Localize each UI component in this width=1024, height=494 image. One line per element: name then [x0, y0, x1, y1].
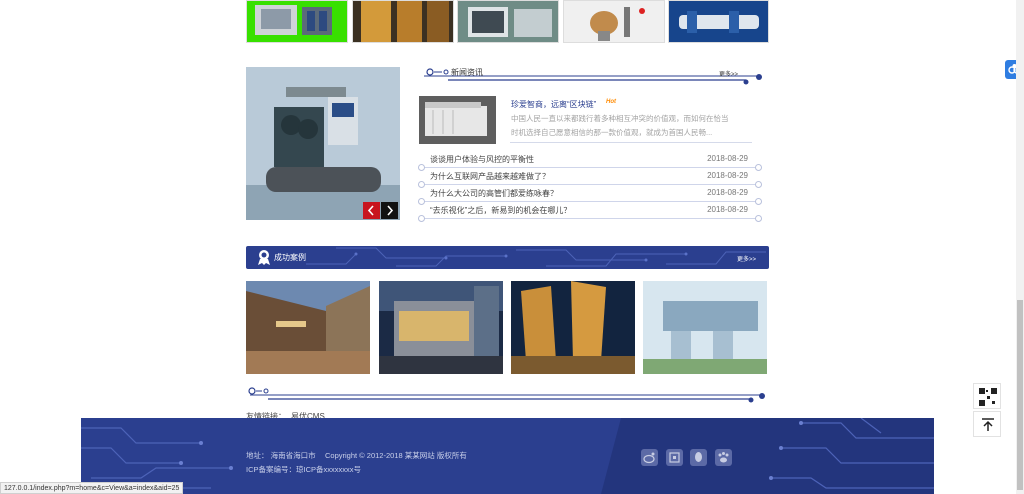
news-item-date: 2018-08-29 — [707, 205, 748, 214]
divider-dot — [755, 215, 762, 222]
case-card-4[interactable] — [643, 281, 767, 374]
wechat-qr-button[interactable] — [666, 449, 683, 466]
divider-dot — [418, 215, 425, 222]
qrcode-side-button[interactable] — [973, 383, 1001, 409]
hot-badge: Hot — [606, 99, 616, 105]
product-thumb-2[interactable] — [352, 0, 454, 43]
news-item-date: 2018-08-29 — [707, 188, 748, 197]
news-item-date: 2018-08-29 — [707, 171, 748, 180]
news-list-item[interactable]: “去乐视化”之后，新易到的机会在哪儿？ 2018-08-29 — [418, 203, 762, 222]
chevron-left-icon — [367, 205, 374, 216]
news-list-item[interactable]: 为什么互联网产品越来越难做了？ 2018-08-29 — [418, 169, 762, 188]
weibo-button[interactable] — [641, 449, 658, 466]
news-item-title[interactable]: 谈谈用户体验与风控的平衡性 — [430, 154, 534, 165]
product-thumb-5[interactable] — [668, 0, 769, 43]
news-item-title[interactable]: “去乐视化”之后，新易到的机会在哪儿？ — [430, 205, 571, 216]
case-image-twin-towers — [511, 281, 635, 374]
news-item-title[interactable]: 为什么互联网产品越来越难做了？ — [430, 171, 550, 182]
featured-slider[interactable] — [246, 67, 400, 220]
news-item-divider — [422, 167, 758, 168]
section-divider-decoration — [248, 387, 765, 403]
featured-news-summary-2: 时机选择自己愿意相信的那一款价值观，就成为首国人民畅... — [511, 128, 713, 137]
featured-news-divider — [510, 142, 752, 143]
product-image-blue-pump — [669, 1, 768, 42]
weibo-icon — [643, 452, 655, 464]
cases-section-header: 成功案例 更多>> — [246, 246, 769, 269]
featured-news-summary-1: 中国人民一直以来都践行着多种相互冲突的价值观，而如何在恰当 — [511, 114, 729, 123]
product-thumb-4[interactable] — [563, 0, 665, 43]
slider-next-button[interactable] — [381, 202, 398, 219]
product-image-lab-device — [564, 1, 664, 42]
footer-circuit-decoration — [81, 418, 934, 494]
case-image-shopping-street — [246, 281, 370, 374]
qrcode-icon — [669, 452, 680, 463]
case-card-1[interactable] — [246, 281, 370, 374]
footer-copyright: Copyright © 2012-2018 某某网站 版权所有 — [325, 451, 467, 460]
qq-button[interactable] — [690, 449, 707, 466]
slider-image-compressor — [246, 67, 400, 220]
case-image-glass-complex — [643, 281, 767, 374]
status-url: 127.0.0.1/index.php?m=home&c=View&a=inde… — [4, 485, 180, 492]
back-to-top-button[interactable] — [973, 411, 1001, 437]
chevron-right-icon — [387, 205, 394, 216]
product-image-wood-frame-machine — [353, 1, 453, 42]
news-item-date: 2018-08-29 — [707, 154, 748, 163]
footer-address: 地址： 海南省海口市 — [246, 451, 316, 460]
product-image-green-machine — [255, 5, 332, 35]
circuit-pattern-decoration — [306, 247, 766, 267]
browser-status-bar: 127.0.0.1/index.php?m=home&c=View&a=inde… — [0, 482, 184, 494]
case-card-2[interactable] — [379, 281, 503, 374]
baidu-paw-icon — [718, 452, 729, 463]
case-card-3[interactable] — [511, 281, 635, 374]
news-section-title: 新闻资讯 — [451, 68, 483, 77]
product-thumb-1[interactable] — [246, 0, 348, 43]
news-item-divider — [422, 201, 758, 202]
footer-icp[interactable]: ICP备案编号：琼ICP备xxxxxxxx号 — [246, 464, 361, 475]
scrollbar-thumb[interactable] — [1017, 300, 1023, 490]
slider-prev-button[interactable] — [363, 202, 380, 219]
featured-news-image[interactable] — [419, 96, 496, 144]
qq-penguin-icon — [695, 452, 702, 462]
news-item-divider — [422, 218, 758, 219]
award-ribbon-icon — [258, 250, 270, 265]
site-footer: 地址： 海南省海口市 Copyright © 2012-2018 某某网站 版权… — [81, 418, 934, 494]
featured-news-title[interactable]: 珍爱智商，远离“区块链” — [511, 99, 596, 110]
cases-section-title: 成功案例 — [274, 253, 306, 262]
news-item-divider — [422, 184, 758, 185]
news-more-link[interactable]: 更多>> — [719, 69, 738, 78]
news-list-item[interactable]: 谈谈用户体验与风控的平衡性 2018-08-29 — [418, 152, 762, 171]
qrcode-icon — [979, 388, 997, 406]
case-image-night-building — [379, 281, 503, 374]
product-thumb-3[interactable] — [457, 0, 559, 43]
baidu-button[interactable] — [715, 449, 732, 466]
news-item-title[interactable]: 为什么大公司的高管们都爱练咏春？ — [430, 188, 558, 199]
product-image-filter-machine — [458, 1, 558, 42]
page-scrollbar[interactable] — [1016, 0, 1024, 494]
arrow-up-icon — [982, 418, 994, 431]
featured-news-machine-image — [419, 96, 496, 144]
news-section-header: 新闻资讯 更多>> — [420, 64, 770, 86]
news-list-item[interactable]: 为什么大公司的高管们都爱练咏春？ 2018-08-29 — [418, 186, 762, 205]
cases-more-link[interactable]: 更多>> — [737, 254, 756, 263]
